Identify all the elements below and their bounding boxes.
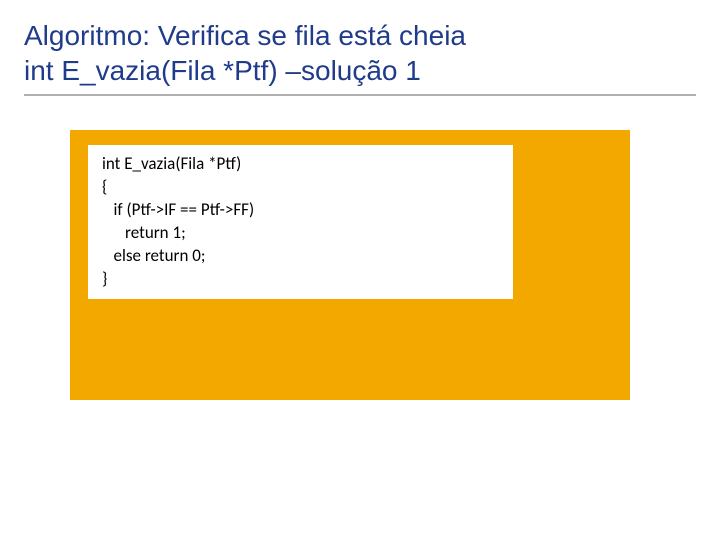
code-line: int E_vazia(Fila *Ptf) bbox=[102, 153, 241, 174]
slide-title-block: Algoritmo: Verifica se fila está cheia i… bbox=[0, 0, 720, 102]
slide-title-line1: Algoritmo: Verifica se fila está cheia bbox=[24, 18, 696, 53]
slide-title-line2: int E_vazia(Fila *Ptf) –solução 1 bbox=[24, 53, 696, 88]
code-line: { bbox=[102, 176, 107, 197]
title-remainder: : Verifica se fila está cheia bbox=[142, 20, 466, 51]
code-panel: int E_vazia(Fila *Ptf) { if (Ptf->IF == … bbox=[70, 130, 630, 400]
code-line: if (Ptf->IF == Ptf->FF) bbox=[102, 199, 254, 220]
title-underline bbox=[24, 94, 696, 96]
code-line: else return 0; bbox=[102, 245, 205, 266]
code-line: return 1; bbox=[102, 222, 186, 243]
code-block: int E_vazia(Fila *Ptf) { if (Ptf->IF == … bbox=[88, 145, 513, 299]
title-keyword: Algoritmo bbox=[24, 20, 142, 51]
code-line: } bbox=[102, 268, 107, 289]
